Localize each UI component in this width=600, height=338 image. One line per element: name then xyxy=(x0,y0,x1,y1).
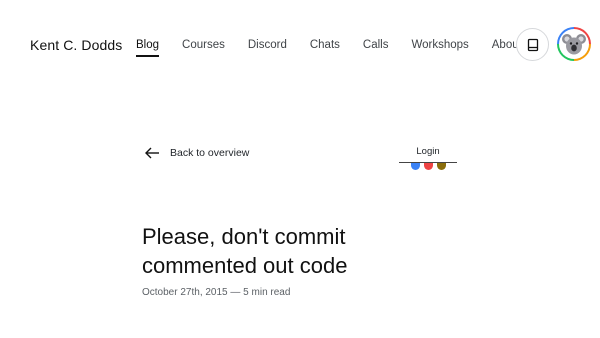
team-dot-red xyxy=(424,163,433,170)
main-nav: Blog Courses Discord Chats Calls Worksho… xyxy=(136,37,522,57)
team-dot-blue xyxy=(411,163,420,170)
back-to-overview-link[interactable]: Back to overview xyxy=(144,146,249,160)
login-widget: Login xyxy=(399,146,459,176)
post-meta: October 27th, 2015 — 5 min read xyxy=(142,287,291,298)
post-title: Please, don't commit commented out code xyxy=(142,224,348,278)
koala-avatar-icon xyxy=(559,29,589,59)
top-navigation: Kent C. Dodds Blog Courses Discord Chats… xyxy=(0,0,600,90)
nav-link-chats[interactable]: Chats xyxy=(310,37,340,53)
nav-link-discord[interactable]: Discord xyxy=(248,37,287,53)
theme-toggle-button[interactable] xyxy=(516,28,549,61)
login-link[interactable]: Login xyxy=(399,146,457,157)
team-dot-olive xyxy=(437,163,446,170)
arrow-left-icon xyxy=(145,147,159,159)
nav-link-blog[interactable]: Blog xyxy=(136,37,160,57)
site-logo-text[interactable]: Kent C. Dodds xyxy=(30,37,122,53)
nav-link-workshops[interactable]: Workshops xyxy=(411,37,468,53)
nav-link-courses[interactable]: Courses xyxy=(182,37,225,53)
nav-link-calls[interactable]: Calls xyxy=(363,37,389,53)
back-link-label: Back to overview xyxy=(170,147,250,159)
book-icon xyxy=(527,38,538,51)
profile-avatar-button[interactable] xyxy=(557,27,591,61)
